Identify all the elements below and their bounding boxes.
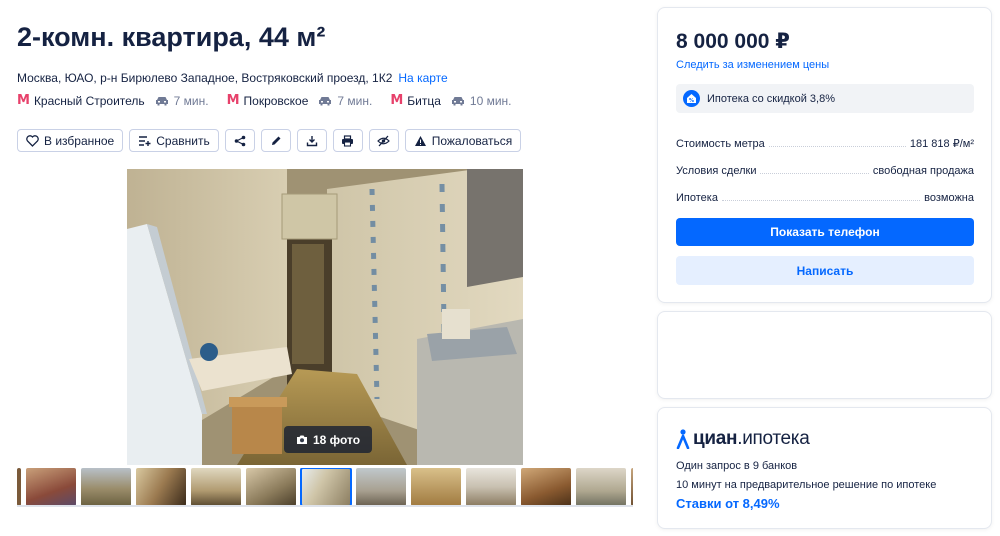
- cian-brand-sub: .ипотека: [737, 428, 810, 449]
- complain-button[interactable]: Пожаловаться: [404, 129, 522, 152]
- detail-row: Стоимость метра 181 818 ₽/м²: [676, 131, 974, 158]
- thumbnail-active[interactable]: [300, 468, 352, 507]
- detail-dots: [760, 173, 869, 174]
- detail-row: Условия сделки свободная продажа: [676, 158, 974, 185]
- detail-value: возможна: [924, 192, 974, 204]
- pencil-icon: [271, 136, 281, 145]
- detail-value: 181 818 ₽/м²: [909, 138, 974, 150]
- cian-logo-icon: [676, 429, 690, 449]
- detail-key: Ипотека: [676, 192, 718, 204]
- mortgage-line-1: Один запрос в 9 банков: [676, 460, 798, 472]
- metro-name: Битца: [407, 93, 441, 108]
- mortgage-promo[interactable]: % Ипотека со скидкой 3,8%: [676, 84, 974, 113]
- complain-label: Пожаловаться: [431, 133, 513, 148]
- price-details: Стоимость метра 181 818 ₽/м² Условия сде…: [676, 131, 974, 212]
- show-phone-button[interactable]: Показать телефон: [676, 218, 974, 246]
- thumbnail[interactable]: [136, 468, 186, 506]
- metro-time: 7 мин.: [173, 93, 209, 108]
- thumbnail[interactable]: [411, 468, 461, 506]
- mortgage-rate-link[interactable]: Ставки от 8,49%: [676, 496, 780, 511]
- thumbnail[interactable]: [521, 468, 571, 506]
- heart-icon: [26, 134, 39, 147]
- download-icon: [306, 135, 317, 146]
- detail-key: Стоимость метра: [676, 138, 765, 150]
- detail-dots: [768, 146, 906, 147]
- car-icon: [155, 96, 169, 106]
- write-button[interactable]: Написать: [676, 256, 974, 285]
- metro-time: 10 мин.: [469, 93, 512, 108]
- mortgage-line-2: 10 минут на предварительное решение по и…: [676, 479, 937, 491]
- compare-icon: [139, 135, 151, 146]
- compare-label: Сравнить: [156, 133, 210, 148]
- house-percent-icon: %: [683, 90, 700, 107]
- thumbnail-strip: [17, 468, 633, 508]
- detail-value: свободная продажа: [872, 165, 974, 177]
- hide-button[interactable]: [368, 129, 399, 152]
- detail-dots: [721, 200, 921, 201]
- edit-button[interactable]: [260, 129, 291, 152]
- mortgage-card[interactable]: циан .ипотека Один запрос в 9 банков 10 м…: [657, 407, 992, 529]
- address-line: Москва, ЮАО, р-н Бирюлево Западное, Вост…: [17, 71, 448, 85]
- mortgage-promo-label: Ипотека со скидкой 3,8%: [707, 92, 835, 105]
- favorite-button[interactable]: В избранное: [17, 129, 124, 152]
- map-link[interactable]: На карте: [398, 71, 447, 85]
- metro-item: M Битца 10 мин.: [390, 93, 511, 108]
- main-photo[interactable]: 18 фото: [127, 169, 523, 465]
- metro-name: Покровское: [243, 93, 309, 108]
- metro-icon: M: [390, 93, 404, 108]
- thumbnail[interactable]: [576, 468, 626, 506]
- metro-icon: M: [17, 93, 30, 108]
- eye-off-icon: [377, 135, 391, 146]
- metro-item: M Красный Строитель 7 мин.: [17, 93, 209, 108]
- svg-text:%: %: [689, 98, 694, 104]
- camera-icon: [297, 435, 307, 444]
- warning-icon: [414, 135, 426, 146]
- metro-list: M Красный Строитель 7 мин. M Покровское …: [17, 93, 530, 108]
- price: 8 000 000 ₽: [676, 30, 790, 53]
- photo-count-label: 18 фото: [313, 432, 361, 447]
- price-card: 8 000 000 ₽ Следить за изменением цены %…: [657, 7, 992, 303]
- thumbnail[interactable]: [466, 468, 516, 506]
- cian-brand: циан: [693, 428, 738, 449]
- metro-icon: M: [226, 93, 240, 108]
- metro-item: M Покровское 7 мин.: [227, 93, 373, 108]
- printer-icon: [342, 134, 354, 147]
- share-button[interactable]: [224, 129, 255, 152]
- download-button[interactable]: [296, 129, 327, 152]
- car-icon: [318, 96, 332, 106]
- cian-ipoteka-logo: циан .ипотека: [676, 428, 810, 450]
- detail-key: Условия сделки: [676, 165, 757, 177]
- thumbnail[interactable]: [81, 468, 131, 506]
- print-button[interactable]: [332, 129, 363, 152]
- car-icon: [451, 96, 465, 106]
- compare-button[interactable]: Сравнить: [129, 129, 219, 152]
- thumbnail-scrollbar[interactable]: [17, 505, 633, 507]
- action-bar: В избранное Сравнить Пожаловаться: [17, 129, 522, 152]
- favorite-label: В избранное: [44, 133, 115, 148]
- metro-time: 7 мин.: [337, 93, 373, 108]
- follow-price-link[interactable]: Следить за изменением цены: [676, 59, 829, 71]
- kitchen-photo: [127, 169, 523, 465]
- metro-name: Красный Строитель: [33, 93, 145, 108]
- thumbnail[interactable]: [191, 468, 241, 506]
- share-icon: [234, 135, 246, 146]
- detail-row: Ипотека возможна: [676, 185, 974, 212]
- thumbnail[interactable]: [26, 468, 76, 506]
- listing-title: 2-комн. квартира, 44 м²: [17, 22, 326, 52]
- thumbnail[interactable]: [17, 468, 21, 506]
- thumbnail[interactable]: [631, 468, 633, 506]
- photo-count-badge[interactable]: 18 фото: [284, 426, 373, 453]
- address-text: Москва, ЮАО, р-н Бирюлево Западное, Вост…: [17, 71, 393, 85]
- thumbnail[interactable]: [246, 468, 296, 506]
- empty-card: [657, 311, 992, 399]
- thumbnail[interactable]: [356, 468, 406, 506]
